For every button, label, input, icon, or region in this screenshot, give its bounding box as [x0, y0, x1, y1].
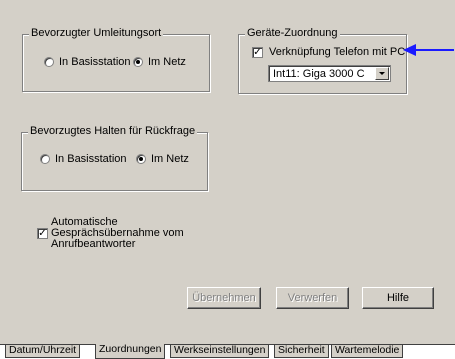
checkbox-box: ✓ — [252, 46, 263, 58]
device-select[interactable]: Int11: Giga 3000 C — [268, 65, 391, 82]
radio-circle — [136, 154, 146, 164]
radio-redirect-basisstation[interactable]: In Basisstation — [44, 56, 131, 68]
redirect-location-title: Bevorzugter Umleitungsort — [29, 27, 164, 39]
auto-answer-checkbox[interactable]: Automatische ✓ Gesprächsübernahme vom An… — [37, 217, 184, 250]
radio-redirect-netz[interactable]: Im Netz — [133, 56, 186, 68]
discard-button[interactable]: Verwerfen — [276, 287, 349, 309]
radio-circle — [40, 154, 50, 164]
tab-zuordnungen[interactable]: Zuordnungen — [95, 344, 166, 359]
radio-hold-basisstation[interactable]: In Basisstation — [40, 153, 127, 165]
settings-panel: Bevorzugter Umleitungsort In Basisstatio… — [0, 0, 455, 344]
tab-werkseinstellungen[interactable]: Werkseinstellungen — [170, 345, 270, 358]
hold-preference-group: Bevorzugtes Halten für Rückfrage In Basi… — [21, 125, 208, 191]
radio-label: In Basisstation — [59, 56, 131, 68]
radio-label: Im Netz — [148, 56, 186, 68]
device-assignment-group: Geräte-Zuordnung ✓ Verknüpfung Telefon m… — [238, 27, 407, 94]
radio-hold-netz[interactable]: Im Netz — [136, 153, 189, 165]
radio-label: Im Netz — [151, 153, 189, 165]
tab-bar: Datum/Uhrzeit Zuordnungen Werkseinstellu… — [0, 344, 455, 359]
radio-circle — [44, 57, 54, 67]
tab-wartemelodie[interactable]: Wartemelodie — [331, 345, 404, 358]
device-select-value: Int11: Giga 3000 C — [273, 68, 365, 80]
auto-answer-line3: Anrufbeantworter — [51, 238, 136, 250]
chevron-down-icon[interactable] — [375, 67, 389, 80]
checkbox-label: Verknüpfung Telefon mit PC — [269, 46, 406, 58]
radio-label: In Basisstation — [55, 153, 127, 165]
tab-sicherheit[interactable]: Sicherheit — [274, 345, 329, 358]
device-assignment-title: Geräte-Zuordnung — [245, 27, 340, 39]
annotation-arrow-icon — [403, 44, 454, 56]
checkbox-box: ✓ — [37, 228, 48, 239]
redirect-location-group: Bevorzugter Umleitungsort In Basisstatio… — [22, 27, 210, 92]
tab-datum-uhrzeit[interactable]: Datum/Uhrzeit — [5, 345, 81, 358]
apply-button[interactable]: Übernehmen — [187, 287, 261, 309]
link-phone-pc-checkbox[interactable]: ✓ Verknüpfung Telefon mit PC — [252, 46, 405, 58]
radio-circle — [133, 57, 143, 67]
help-button[interactable]: Hilfe — [362, 287, 434, 309]
hold-preference-title: Bevorzugtes Halten für Rückfrage — [28, 125, 198, 137]
